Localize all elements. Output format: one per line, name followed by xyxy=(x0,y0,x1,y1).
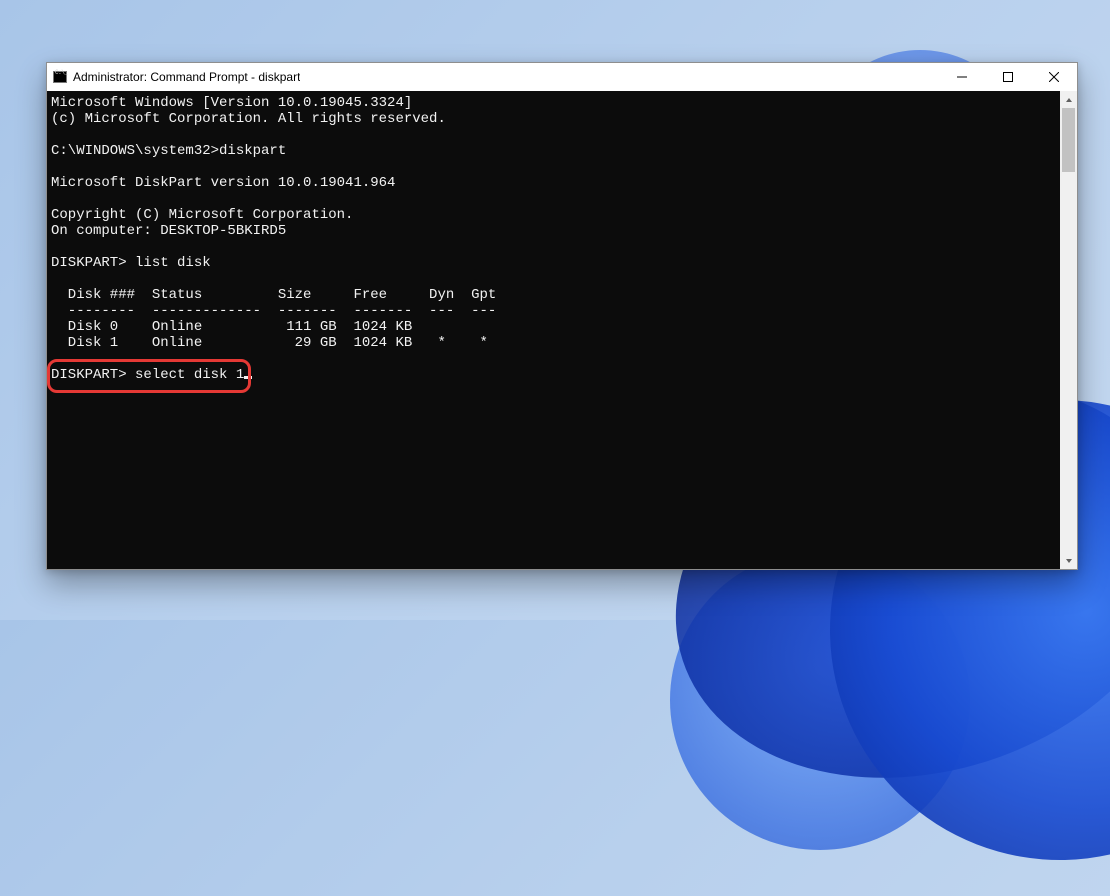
terminal-line: On computer: DESKTOP-5BKIRD5 xyxy=(51,223,1060,239)
scroll-up-button[interactable] xyxy=(1060,91,1077,108)
close-button[interactable] xyxy=(1031,63,1077,91)
client-area: Microsoft Windows [Version 10.0.19045.33… xyxy=(47,91,1077,569)
terminal-line xyxy=(51,271,1060,287)
close-icon xyxy=(1049,72,1059,82)
minimize-button[interactable] xyxy=(939,63,985,91)
terminal-line xyxy=(51,239,1060,255)
terminal-line: Microsoft Windows [Version 10.0.19045.33… xyxy=(51,95,1060,111)
terminal-line: Disk 1 Online 29 GB 1024 KB * * xyxy=(51,335,1060,351)
window-title: Administrator: Command Prompt - diskpart xyxy=(73,70,300,84)
terminal-line: -------- ------------- ------- ------- -… xyxy=(51,303,1060,319)
maximize-button[interactable] xyxy=(985,63,1031,91)
terminal-line xyxy=(51,159,1060,175)
terminal-line: Copyright (C) Microsoft Corporation. xyxy=(51,207,1060,223)
command-prompt-window: Administrator: Command Prompt - diskpart xyxy=(46,62,1078,570)
scroll-down-button[interactable] xyxy=(1060,552,1077,569)
window-controls xyxy=(939,63,1077,91)
cmd-icon xyxy=(53,71,67,83)
terminal-line: Disk 0 Online 111 GB 1024 KB xyxy=(51,319,1060,335)
app-icon-slot xyxy=(47,71,73,83)
terminal-line: Microsoft DiskPart version 10.0.19041.96… xyxy=(51,175,1060,191)
terminal-line: DISKPART> list disk xyxy=(51,255,1060,271)
text-cursor xyxy=(244,376,252,379)
terminal-line xyxy=(51,191,1060,207)
vertical-scrollbar[interactable] xyxy=(1060,91,1077,569)
terminal-line xyxy=(51,351,1060,367)
terminal-line: (c) Microsoft Corporation. All rights re… xyxy=(51,111,1060,127)
scroll-thumb[interactable] xyxy=(1062,108,1075,172)
terminal-line: DISKPART> select disk 1 xyxy=(51,367,1060,383)
terminal-line: C:\WINDOWS\system32>diskpart xyxy=(51,143,1060,159)
terminal-output[interactable]: Microsoft Windows [Version 10.0.19045.33… xyxy=(47,91,1060,569)
maximize-icon xyxy=(1003,72,1013,82)
titlebar[interactable]: Administrator: Command Prompt - diskpart xyxy=(47,63,1077,91)
terminal-line xyxy=(51,127,1060,143)
minimize-icon xyxy=(957,72,967,82)
chevron-up-icon xyxy=(1065,96,1073,104)
terminal-line: Disk ### Status Size Free Dyn Gpt xyxy=(51,287,1060,303)
chevron-down-icon xyxy=(1065,557,1073,565)
